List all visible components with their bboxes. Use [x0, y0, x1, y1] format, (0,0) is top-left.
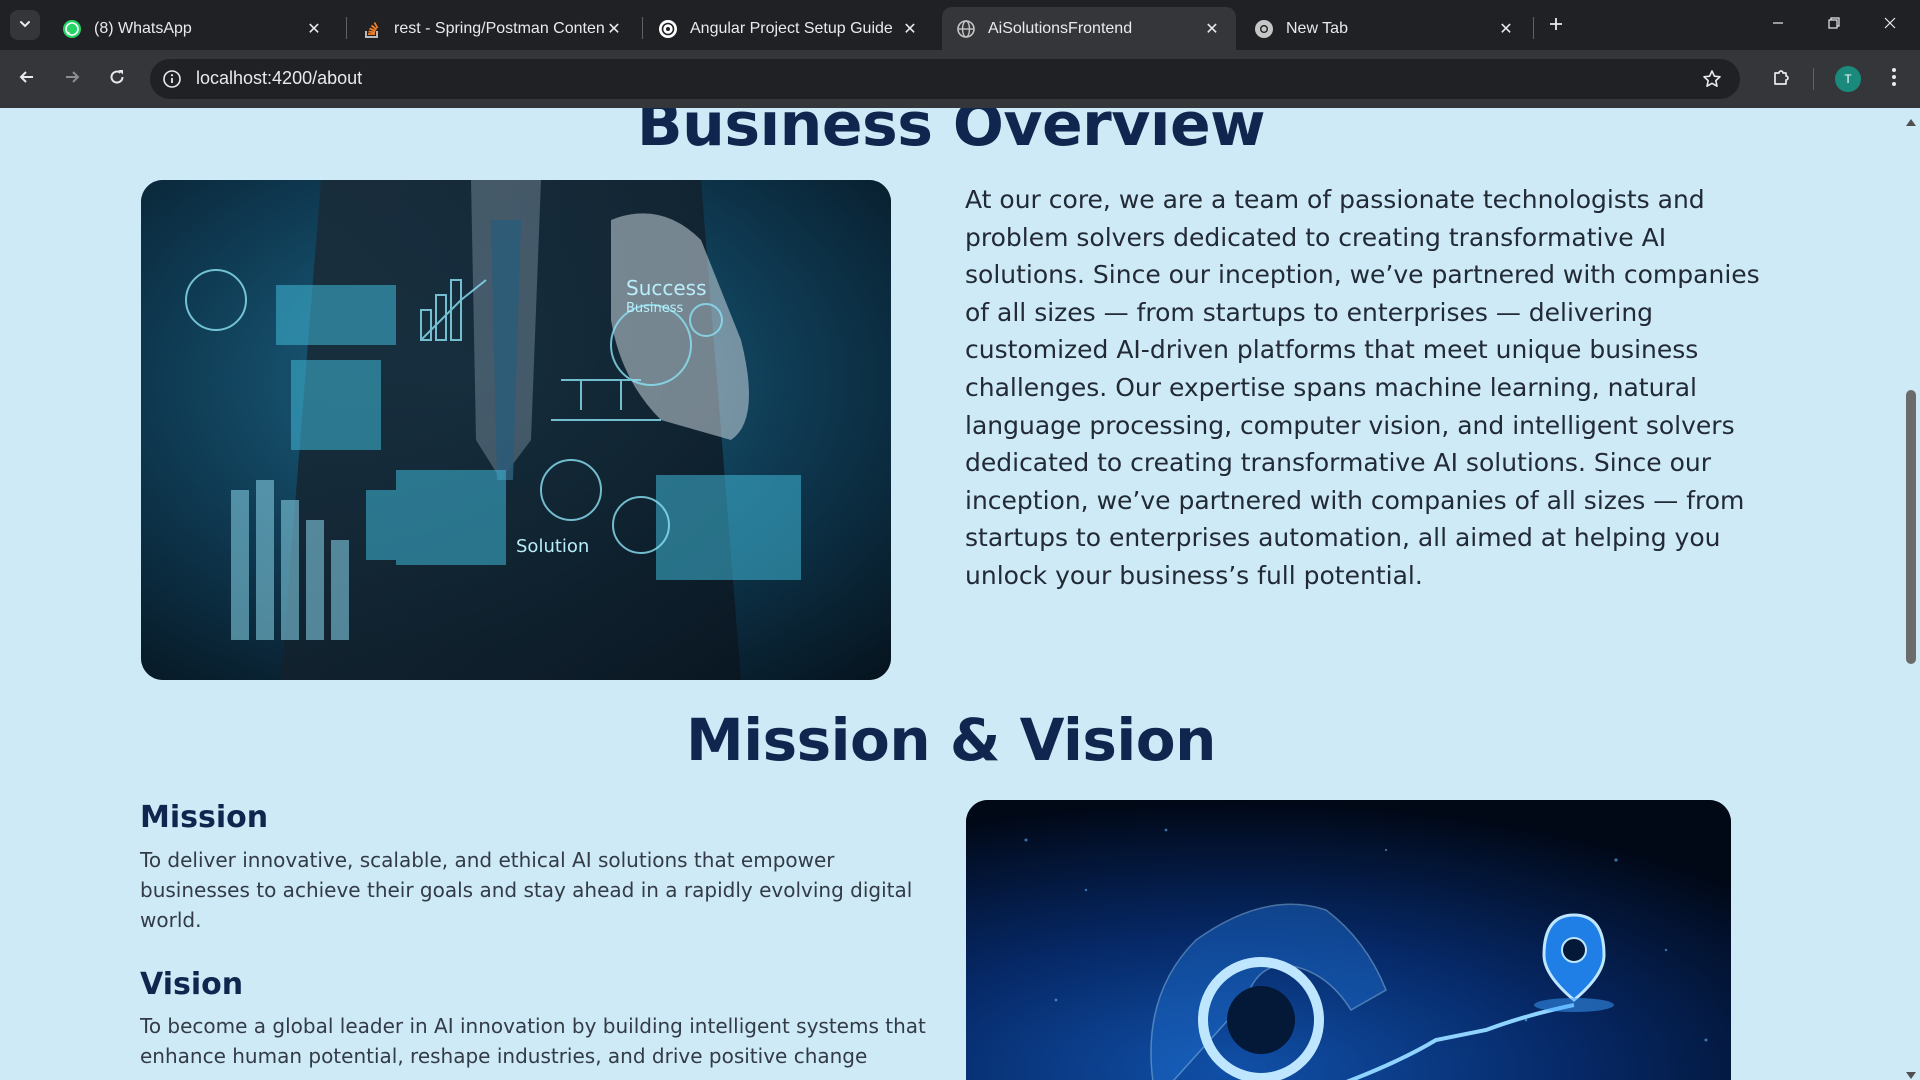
address-url[interactable]: localhost:4200/about [196, 68, 362, 89]
close-icon[interactable]: ✕ [304, 19, 324, 39]
tab-title: Angular Project Setup Guide [690, 19, 893, 37]
tab-new-tab[interactable]: New Tab ✕ [1240, 7, 1530, 50]
close-icon[interactable]: ✕ [1496, 19, 1516, 39]
tab-divider [1533, 17, 1534, 39]
stackoverflow-icon [362, 19, 382, 39]
tab-aisolutions[interactable]: AiSolutionsFrontend ✕ [942, 7, 1236, 50]
restore-button[interactable] [1814, 8, 1854, 40]
minimize-button[interactable] [1758, 8, 1798, 40]
success-label: Success [626, 276, 707, 300]
tab-angular-guide[interactable]: Angular Project Setup Guide ✕ [644, 7, 934, 50]
chatgpt-icon [658, 19, 678, 39]
business-label: Business [626, 301, 684, 316]
more-vertical-icon [1891, 67, 1897, 91]
solution-label: Solution [516, 536, 589, 557]
scrollbar-thumb[interactable] [1906, 390, 1916, 664]
bookmark-star-icon[interactable] [1700, 67, 1724, 91]
minimize-icon [1771, 15, 1785, 34]
mission-vision-image [966, 800, 1731, 1080]
forward-button[interactable] [56, 63, 88, 95]
tab-strip: (8) WhatsApp ✕ rest - Spring/Postman Con… [0, 0, 1920, 50]
close-icon[interactable]: ✕ [900, 19, 920, 39]
tab-title: (8) WhatsApp [94, 19, 192, 37]
arrow-left-icon [17, 67, 37, 91]
mission-text: To deliver innovative, scalable, and eth… [140, 848, 913, 932]
tab-title: New Tab [1286, 19, 1348, 37]
profile-avatar[interactable]: T [1835, 66, 1861, 92]
mission-vision-heading: Mission & Vision [686, 706, 1216, 774]
info-icon[interactable] [160, 67, 184, 91]
tab-title: AiSolutionsFrontend [988, 19, 1133, 37]
restore-icon [1827, 15, 1841, 34]
page-viewport: Business Overview Success Business Solut… [0, 108, 1920, 1080]
chrome-icon [1254, 19, 1274, 39]
mission-title: Mission [140, 800, 269, 835]
tab-search-button[interactable] [10, 10, 40, 40]
close-icon [1883, 15, 1897, 34]
close-icon[interactable]: ✕ [604, 19, 624, 39]
window-close-button[interactable] [1870, 8, 1910, 40]
business-overview-heading: Business Overview [636, 108, 1266, 160]
tab-stackoverflow[interactable]: rest - Spring/Postman Content-Type ✕ [348, 7, 638, 50]
whatsapp-icon [62, 19, 82, 39]
arrow-right-icon [62, 67, 82, 91]
plus-icon [1548, 16, 1564, 36]
reload-button[interactable] [101, 63, 133, 95]
vision-title: Vision [140, 967, 244, 1002]
back-button[interactable] [11, 63, 43, 95]
menu-button[interactable] [1878, 63, 1910, 95]
tab-whatsapp[interactable]: (8) WhatsApp ✕ [48, 7, 338, 50]
scroll-down-icon[interactable] [1905, 1066, 1917, 1079]
puzzle-icon [1771, 66, 1793, 92]
new-tab-button[interactable] [1542, 12, 1570, 40]
vertical-scrollbar[interactable] [1902, 108, 1920, 1080]
toolbar-divider [1813, 68, 1814, 90]
tab-divider [346, 17, 347, 39]
tab-title: rest - Spring/Postman Content-Type [394, 19, 604, 37]
reload-icon [107, 67, 127, 91]
business-overview-image: Success Business Solution [141, 180, 891, 680]
tab-divider [642, 17, 643, 39]
vision-text: To become a global leader in AI innovati… [140, 1014, 926, 1080]
scroll-up-icon[interactable] [1905, 112, 1917, 126]
extensions-button[interactable] [1766, 63, 1798, 95]
chevron-down-icon [18, 16, 32, 35]
business-overview-paragraph: At our core, we are a team of passionate… [965, 185, 1760, 590]
close-icon[interactable]: ✕ [1202, 19, 1222, 39]
browser-toolbar: localhost:4200/about T [0, 50, 1920, 108]
globe-icon [956, 19, 976, 39]
address-bar[interactable]: localhost:4200/about [150, 59, 1740, 99]
